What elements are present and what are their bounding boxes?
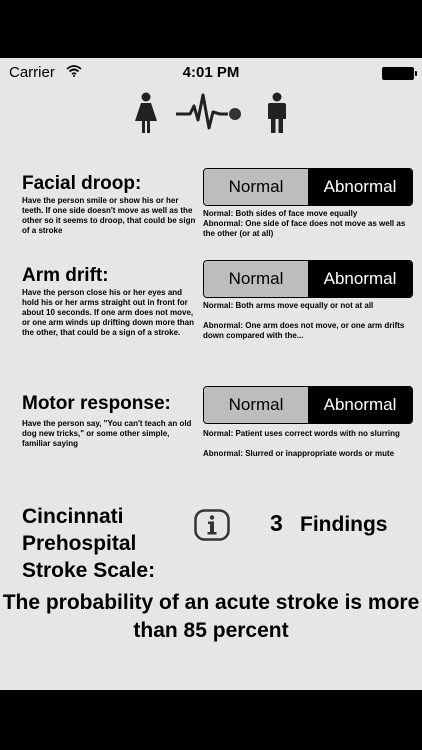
female-person-icon [135, 92, 157, 133]
clock: 4:01 PM [182, 64, 240, 81]
battery-icon [382, 67, 417, 80]
abnormal-note: Abnormal: One side of face does not move… [203, 219, 406, 238]
section-description: Have the person close his or her eyes an… [22, 288, 194, 337]
section-title: Facial droop: [22, 173, 142, 194]
normal-note: Normal: Patient uses correct words with … [203, 429, 400, 438]
heartbeat-ekg-icon [176, 93, 241, 130]
arm-drift-toggle[interactable]: Normal Abnormal [203, 260, 413, 298]
abnormal-option[interactable]: Abnormal [308, 387, 412, 423]
info-icon[interactable] [194, 509, 230, 541]
normal-option[interactable]: Normal [204, 169, 308, 205]
app-screen: Carrier 4:01 PM Facial droop: Have the p… [0, 58, 422, 690]
male-person-icon [268, 92, 286, 133]
facial-droop-toggle[interactable]: Normal Abnormal [203, 168, 413, 206]
abnormal-option[interactable]: Abnormal [308, 169, 412, 205]
normal-note: Normal: Both arms move equally or not at… [203, 301, 374, 310]
findings-label: Findings [300, 513, 388, 536]
abnormal-option[interactable]: Abnormal [308, 261, 412, 297]
section-title: Motor response: [22, 393, 171, 414]
section-description: Have the person smile or show his or her… [22, 196, 196, 235]
normal-option[interactable]: Normal [204, 387, 308, 423]
section-description: Have the person say, "You can't teach an… [22, 419, 192, 448]
scale-name: Cincinnati Prehospital Stroke Scale: [22, 505, 156, 582]
status-bar: Carrier 4:01 PM [0, 58, 422, 86]
abnormal-note: Abnormal: One arm does not move, or one … [203, 321, 405, 340]
motor-response-toggle[interactable]: Normal Abnormal [203, 386, 413, 424]
normal-note: Normal: Both sides of face move equally [203, 209, 358, 218]
normal-option[interactable]: Normal [204, 261, 308, 297]
section-title: Arm drift: [22, 265, 109, 286]
probability-text: The probability of an acute stroke is mo… [2, 591, 420, 642]
header-icons [0, 88, 422, 138]
abnormal-note: Abnormal: Slurred or inappropriate words… [203, 449, 395, 458]
findings-count: 3 [270, 510, 283, 536]
